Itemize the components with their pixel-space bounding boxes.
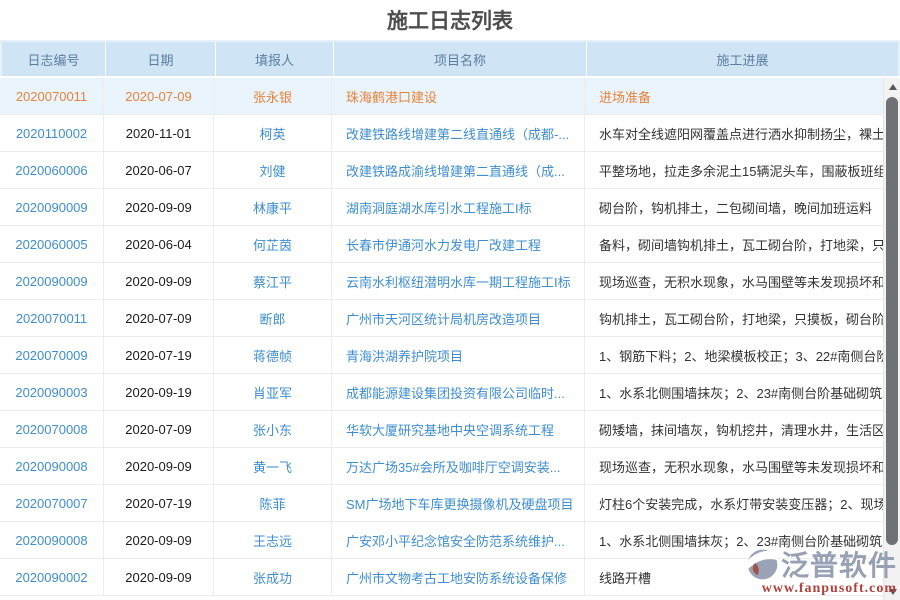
date-cell: 2020-06-07 <box>104 152 214 188</box>
progress-cell: 进场准备 <box>585 78 883 114</box>
reporter-link[interactable]: 陈菲 <box>214 485 332 521</box>
table-row[interactable]: 2020070007 2020-07-19 陈菲 SM广场地下车库更换摄像机及硬… <box>0 485 883 522</box>
reporter-link[interactable]: 蔡江平 <box>214 263 332 299</box>
log-number-link[interactable]: 2020060006 <box>0 152 104 188</box>
table-row[interactable]: 2020090003 2020-09-19 肖亚军 成都能源建设集团投资有限公司… <box>0 374 883 411</box>
table-row[interactable]: 2020090009 2020-09-09 林康平 湖南洞庭湖水库引水工程施工I… <box>0 189 883 226</box>
project-link[interactable]: 万达广场35#会所及咖啡厅空调安装... <box>332 448 585 484</box>
column-header-progress: 施工进展 <box>587 42 898 76</box>
construction-log-page: 施工日志列表 日志编号 日期 填报人 项目名称 施工进展 2020070011 … <box>0 0 900 600</box>
progress-cell: 平整场地，拉走多余泥土15辆泥头车，围蔽板班组进场 <box>585 152 883 188</box>
reporter-link[interactable]: 何芷茵 <box>214 226 332 262</box>
reporter-link[interactable]: 黄一飞 <box>214 448 332 484</box>
date-cell: 2020-06-04 <box>104 226 214 262</box>
project-link[interactable]: 成都能源建设集团投资有限公司临时... <box>332 374 585 410</box>
log-number-link[interactable]: 2020070009 <box>0 337 104 373</box>
column-header-project-name: 项目名称 <box>334 42 587 76</box>
table-row[interactable]: 2020060006 2020-06-07 刘健 改建铁路成渝线增建第二直通线（… <box>0 152 883 189</box>
project-link[interactable]: 湖南洞庭湖水库引水工程施工I标 <box>332 189 585 225</box>
table-row[interactable]: 2020070009 2020-07-19 蒋德帧 青海洪湖养护院项目 1、钢筋… <box>0 337 883 374</box>
progress-cell: 1、水系北侧围墙抹灰；2、23#南侧台阶基础砌筑； <box>585 374 883 410</box>
project-link[interactable]: 广州市天河区统计局机房改造项目 <box>332 300 585 336</box>
project-link[interactable]: 广州市文物考古工地安防系统设备保修 <box>332 559 585 595</box>
project-link[interactable]: 云南水利枢纽潜明水库一期工程施工I标 <box>332 263 585 299</box>
project-link[interactable]: 改建铁路线增建第二线直通线（成都-... <box>332 115 585 151</box>
log-number-link[interactable]: 2020070011 <box>0 78 104 114</box>
log-number-link[interactable]: 2020090003 <box>0 374 104 410</box>
project-link[interactable]: 珠海鹤港口建设 <box>332 78 585 114</box>
log-number-link[interactable]: 2020060005 <box>0 226 104 262</box>
table-row[interactable]: 2020070011 2020-07-09 张永银 珠海鹤港口建设 进场准备 <box>0 78 883 115</box>
scroll-down-arrow-icon[interactable] <box>884 583 900 600</box>
log-number-link[interactable]: 2020070011 <box>0 300 104 336</box>
progress-cell: 砌矮墙，抹间墙灰，钩机挖井，清理水井，生活区基 <box>585 411 883 447</box>
vertical-scrollbar[interactable] <box>883 78 900 600</box>
date-cell: 2020-09-09 <box>104 189 214 225</box>
progress-cell: 现场巡查，无积水现象，水马围壁等未发现损坏和移 <box>585 448 883 484</box>
project-link[interactable]: 华软大厦研究基地中央空调系统工程 <box>332 411 585 447</box>
progress-cell: 钩机排土，瓦工砌台阶，打地梁，只摸板，砌台阶， <box>585 300 883 336</box>
table-body: 2020070011 2020-07-09 张永银 珠海鹤港口建设 进场准备 2… <box>0 76 900 600</box>
project-link[interactable]: SM广场地下车库更换摄像机及硬盘项目 <box>332 485 585 521</box>
reporter-link[interactable]: 张小东 <box>214 411 332 447</box>
table-row[interactable]: 2020090002 2020-09-09 张成功 广州市文物考古工地安防系统设… <box>0 559 883 596</box>
column-header-date: 日期 <box>106 42 216 76</box>
reporter-link[interactable]: 刘健 <box>214 152 332 188</box>
progress-cell: 备料，砌间墙钩机排土，瓦工砌台阶，打地梁，只摆 <box>585 226 883 262</box>
progress-cell: 砌台阶，钩机排土，二包砌间墙，晚间加班运料 <box>585 189 883 225</box>
table-header-row: 日志编号 日期 填报人 项目名称 施工进展 <box>0 40 900 76</box>
date-cell: 2020-09-09 <box>104 448 214 484</box>
project-link[interactable]: 青海洪湖养护院项目 <box>332 337 585 373</box>
column-header-log-number: 日志编号 <box>2 42 106 76</box>
project-link[interactable]: 改建铁路成渝线增建第二直通线（成... <box>332 152 585 188</box>
reporter-link[interactable]: 林康平 <box>214 189 332 225</box>
date-cell: 2020-09-09 <box>104 522 214 558</box>
page-title: 施工日志列表 <box>0 0 900 40</box>
progress-cell: 水车对全线遮阳网覆盖点进行洒水抑制扬尘，裸土覆盖 <box>585 115 883 151</box>
date-cell: 2020-07-09 <box>104 300 214 336</box>
reporter-link[interactable]: 蒋德帧 <box>214 337 332 373</box>
date-cell: 2020-09-19 <box>104 374 214 410</box>
progress-cell: 线路开槽 <box>585 559 883 595</box>
date-cell: 2020-09-09 <box>104 263 214 299</box>
reporter-link[interactable]: 张永银 <box>214 78 332 114</box>
progress-cell: 灯柱6个安装完成，水系灯带安装变压器；2、现场巡 <box>585 485 883 521</box>
column-header-reporter: 填报人 <box>216 42 334 76</box>
reporter-link[interactable]: 王志远 <box>214 522 332 558</box>
reporter-link[interactable]: 柯英 <box>214 115 332 151</box>
date-cell: 2020-07-09 <box>104 411 214 447</box>
table-row[interactable]: 2020110002 2020-11-01 柯英 改建铁路线增建第二线直通线（成… <box>0 115 883 152</box>
reporter-link[interactable]: 肖亚军 <box>214 374 332 410</box>
scroll-up-arrow-icon[interactable] <box>884 78 900 95</box>
table-row[interactable]: 2020070008 2020-07-09 张小东 华软大厦研究基地中央空调系统… <box>0 411 883 448</box>
table-row[interactable]: 2020090008 2020-09-09 王志远 广安邓小平纪念馆安全防范系统… <box>0 522 883 559</box>
date-cell: 2020-11-01 <box>104 115 214 151</box>
log-number-link[interactable]: 2020090009 <box>0 189 104 225</box>
log-number-link[interactable]: 2020090002 <box>0 559 104 595</box>
log-number-link[interactable]: 2020090009 <box>0 263 104 299</box>
progress-cell: 现场巡查，无积水现象，水马围壁等未发现损坏和移 <box>585 263 883 299</box>
date-cell: 2020-07-19 <box>104 485 214 521</box>
log-number-link[interactable]: 2020070007 <box>0 485 104 521</box>
log-number-link[interactable]: 2020090008 <box>0 448 104 484</box>
reporter-link[interactable]: 张成功 <box>214 559 332 595</box>
log-number-link[interactable]: 2020110002 <box>0 115 104 151</box>
progress-cell: 1、钢筋下料；2、地梁模板校正；3、22#南侧台阶基 <box>585 337 883 373</box>
log-number-link[interactable]: 2020070008 <box>0 411 104 447</box>
reporter-link[interactable]: 断郎 <box>214 300 332 336</box>
project-link[interactable]: 长春市伊通河水力发电厂改建工程 <box>332 226 585 262</box>
date-cell: 2020-07-19 <box>104 337 214 373</box>
table-row[interactable]: 2020090008 2020-09-09 黄一飞 万达广场35#会所及咖啡厅空… <box>0 448 883 485</box>
date-cell: 2020-07-09 <box>104 78 214 114</box>
project-link[interactable]: 广安邓小平纪念馆安全防范系统维护... <box>332 522 585 558</box>
date-cell: 2020-09-09 <box>104 559 214 595</box>
table-row[interactable]: 2020070011 2020-07-09 断郎 广州市天河区统计局机房改造项目… <box>0 300 883 337</box>
log-number-link[interactable]: 2020090008 <box>0 522 104 558</box>
scrollbar-thumb[interactable] <box>886 97 898 545</box>
table-row[interactable]: 2020090009 2020-09-09 蔡江平 云南水利枢纽潜明水库一期工程… <box>0 263 883 300</box>
table-row[interactable]: 2020060005 2020-06-04 何芷茵 长春市伊通河水力发电厂改建工… <box>0 226 883 263</box>
progress-cell: 1、水系北侧围墙抹灰；2、23#南侧台阶基础砌筑、 <box>585 522 883 558</box>
